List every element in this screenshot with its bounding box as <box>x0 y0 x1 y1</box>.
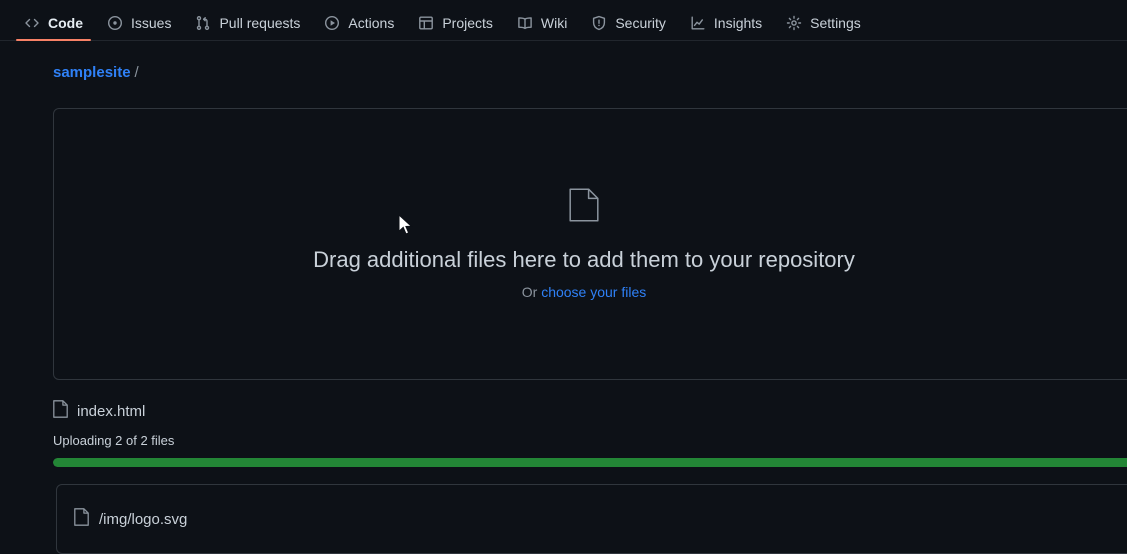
nav-tab-projects[interactable]: Projects <box>410 15 501 40</box>
nav-tab-insights[interactable]: Insights <box>682 15 770 40</box>
file-icon <box>569 188 599 227</box>
git-pull-request-icon <box>195 15 211 31</box>
choose-files-link[interactable]: choose your files <box>541 284 646 300</box>
breadcrumb-repo-link[interactable]: samplesite <box>53 64 131 81</box>
uploading-file-name: index.html <box>77 402 146 420</box>
queued-file-row: /img/logo.svg <box>74 508 187 530</box>
dropzone-title: Drag additional files here to add them t… <box>313 247 855 273</box>
file-icon <box>53 400 68 422</box>
dropzone-or-text: Or <box>521 283 538 300</box>
code-icon <box>24 15 40 31</box>
nav-tab-label: Issues <box>131 15 172 31</box>
upload-progress-bar <box>53 458 1127 467</box>
play-icon <box>324 15 340 31</box>
book-icon <box>517 15 533 31</box>
issue-opened-icon <box>107 15 123 31</box>
breadcrumb: samplesite / <box>0 41 1127 80</box>
uploading-file-row: index.html <box>53 400 1127 422</box>
upload-progress-fill <box>53 458 1127 467</box>
gear-icon <box>786 15 802 31</box>
nav-tab-label: Security <box>615 15 666 31</box>
nav-tab-wiki[interactable]: Wiki <box>509 15 575 40</box>
upload-status: index.html Uploading 2 of 2 files <box>53 400 1127 467</box>
nav-tab-issues[interactable]: Issues <box>99 15 179 40</box>
graph-icon <box>690 15 706 31</box>
file-dropzone[interactable]: Drag additional files here to add them t… <box>53 108 1127 380</box>
nav-tab-label: Projects <box>442 15 493 31</box>
nav-tab-pull-requests[interactable]: Pull requests <box>187 15 308 40</box>
breadcrumb-separator: / <box>134 64 139 81</box>
nav-tab-actions[interactable]: Actions <box>316 15 402 40</box>
queued-file-path: /img/logo.svg <box>99 510 188 528</box>
repo-navigation: Code Issues Pull requests Actions Projec… <box>0 0 1127 41</box>
nav-tab-label: Code <box>48 15 83 31</box>
nav-tab-settings[interactable]: Settings <box>778 15 869 40</box>
file-icon <box>74 508 89 530</box>
nav-tab-label: Actions <box>348 15 395 31</box>
upload-progress-label: Uploading 2 of 2 files <box>53 433 175 448</box>
queued-file-box: /img/logo.svg <box>56 484 1127 554</box>
dropzone-content: Drag additional files here to add them t… <box>313 188 855 300</box>
table-icon <box>418 15 434 31</box>
nav-tab-code[interactable]: Code <box>16 15 91 41</box>
nav-tab-label: Pull requests <box>219 15 301 31</box>
shield-icon <box>591 15 607 31</box>
nav-tab-label: Settings <box>810 15 861 31</box>
dropzone-subtitle: Or choose your files <box>522 284 647 300</box>
nav-tab-security[interactable]: Security <box>583 15 674 40</box>
nav-tab-label: Insights <box>713 15 763 31</box>
nav-tab-label: Wiki <box>540 15 568 31</box>
